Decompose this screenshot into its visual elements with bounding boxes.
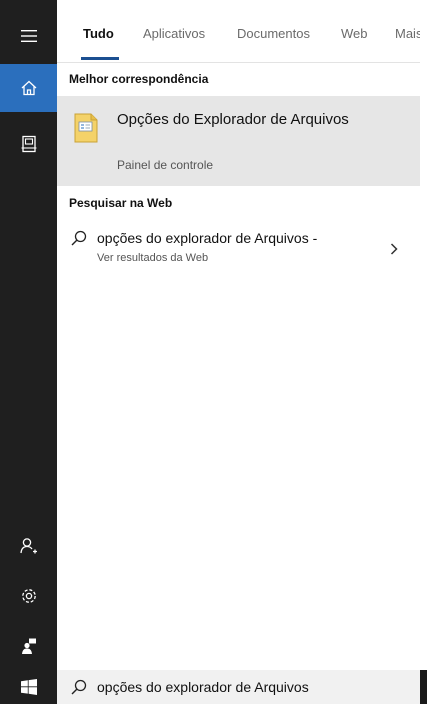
active-tab-indicator bbox=[81, 57, 119, 60]
search-results-panel: Tudo Aplicativos Documentos Web Mais Mel… bbox=[57, 0, 420, 704]
filter-tabs: Tudo Aplicativos Documentos Web Mais bbox=[57, 0, 420, 63]
tab-documentos[interactable]: Documentos bbox=[237, 26, 310, 41]
web-search-subtitle: Ver resultados da Web bbox=[97, 252, 209, 264]
settings-button[interactable] bbox=[0, 572, 57, 620]
chevron-right-icon[interactable] bbox=[389, 242, 399, 261]
web-search-header: Pesquisar na Web bbox=[69, 196, 173, 210]
notebook-icon bbox=[21, 135, 36, 153]
menu-button[interactable] bbox=[0, 12, 57, 60]
feedback-icon bbox=[21, 638, 36, 654]
web-search-result[interactable]: opções do explorador de Arquivos - Ver r… bbox=[57, 226, 420, 278]
tab-mais[interactable]: Mais bbox=[395, 26, 420, 41]
account-button[interactable] bbox=[0, 522, 57, 570]
tab-web[interactable]: Web bbox=[341, 26, 368, 41]
web-search-query: opções do explorador de Arquivos - bbox=[97, 230, 318, 246]
best-match-header: Melhor correspondência bbox=[69, 72, 209, 86]
gear-icon bbox=[21, 589, 36, 603]
notebook-button[interactable] bbox=[0, 120, 57, 168]
best-match-title: Opções do Explorador de Arquivos bbox=[117, 111, 349, 128]
search-box[interactable]: opções do explorador de Arquivos bbox=[57, 670, 420, 704]
panel-edge bbox=[420, 0, 427, 704]
tab-tudo[interactable]: Tudo bbox=[83, 26, 114, 41]
home-icon bbox=[21, 80, 36, 96]
home-button[interactable] bbox=[0, 64, 57, 112]
tab-aplicativos[interactable]: Aplicativos bbox=[143, 26, 205, 41]
search-icon bbox=[71, 679, 87, 700]
person-add-icon bbox=[19, 538, 37, 554]
folder-options-icon bbox=[73, 112, 99, 149]
best-match-subtitle: Painel de controle bbox=[117, 158, 214, 172]
windows-icon bbox=[20, 679, 37, 695]
hamburger-icon bbox=[20, 30, 37, 42]
search-input[interactable]: opções do explorador de Arquivos bbox=[97, 679, 309, 695]
taskbar-edge bbox=[420, 670, 427, 704]
web-search-magnifier-icon bbox=[71, 230, 87, 251]
best-match-result[interactable]: Opções do Explorador de Arquivos Painel … bbox=[57, 96, 420, 186]
left-rail bbox=[0, 0, 57, 704]
